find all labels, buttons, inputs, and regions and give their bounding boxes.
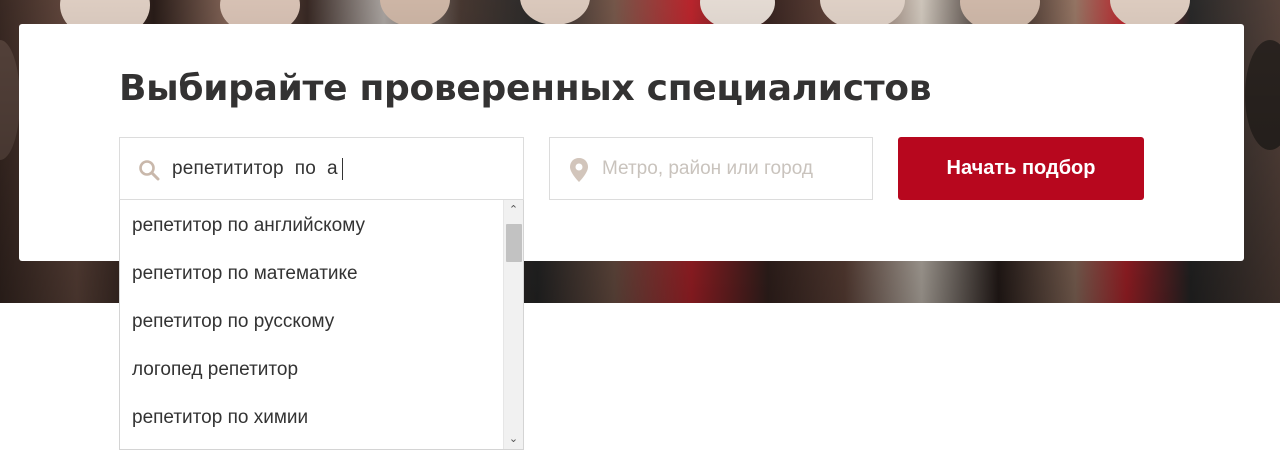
suggestion-item[interactable]: логопед репетитор [120, 346, 503, 394]
location-pin-icon [570, 158, 588, 182]
suggestion-item[interactable]: репетитор по математике [120, 250, 503, 298]
suggestion-item[interactable]: репетитор по английскому [120, 202, 503, 250]
search-icon [139, 160, 160, 181]
scrollbar-thumb[interactable] [506, 224, 522, 262]
start-selection-button[interactable]: Начать подбор [898, 137, 1144, 200]
suggestion-item[interactable]: репетитор по русскому [120, 298, 503, 346]
text-caret [342, 158, 343, 180]
scroll-down-arrow-icon[interactable]: ⌄ [504, 429, 523, 449]
specialist-search-input[interactable]: репетититор по а [119, 137, 524, 200]
location-input[interactable] [602, 156, 862, 182]
scroll-up-arrow-icon[interactable]: ⌃ [504, 200, 523, 220]
search-suggestions-dropdown: репетитор по английскому репетитор по ма… [119, 200, 524, 450]
search-input-value[interactable]: репетититор по а [172, 158, 338, 180]
suggestion-item[interactable]: репетитор по химии [120, 394, 503, 442]
dropdown-scrollbar[interactable]: ⌃ ⌄ [503, 200, 523, 449]
location-field[interactable] [549, 137, 873, 200]
page-title: Выбирайте проверенных специалистов [119, 68, 932, 109]
